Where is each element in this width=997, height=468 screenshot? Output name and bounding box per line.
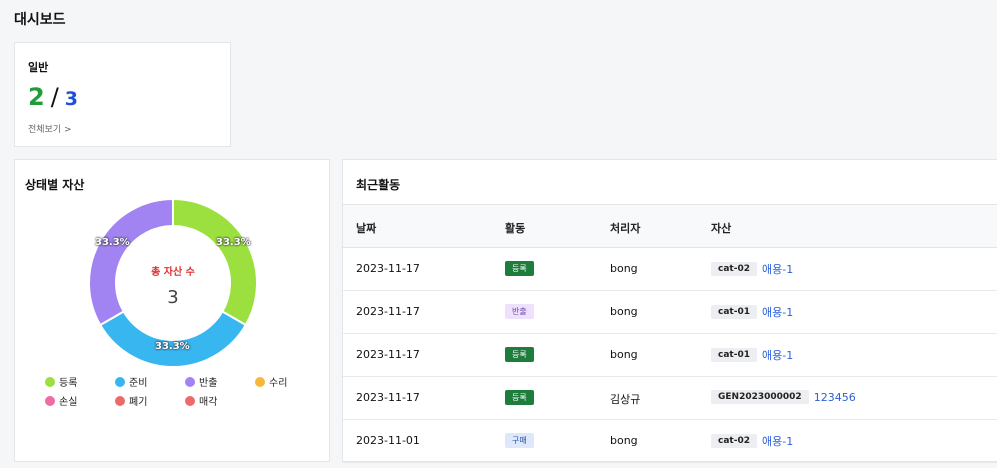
activity-row[interactable]: 2023-11-17 반출 bong cat-01 애용-1 (343, 291, 997, 334)
donut-center-label: 총 자산 수 (151, 267, 195, 278)
donut-segment-ready[interactable] (98, 310, 248, 368)
legend-item-sold[interactable]: 매각 (185, 393, 217, 408)
legend-label: 준비 (129, 378, 148, 389)
activity-row[interactable]: 2023-11-17 등록 김상규 GEN2023000002 123456 (343, 377, 997, 420)
total-asset-count: 3 (64, 88, 79, 110)
legend-item-repair[interactable]: 수리 (255, 374, 287, 389)
segment-percent-checkout: 33.3% (95, 237, 130, 248)
activity-badge: 등록 (505, 261, 534, 276)
legend-item-lost[interactable]: 손실 (45, 393, 77, 408)
legend-dot (115, 395, 125, 406)
legend-label: 폐기 (129, 397, 148, 408)
legend-label: 반출 (199, 378, 218, 389)
legend-item-register[interactable]: 등록 (45, 374, 77, 389)
status-card-title: 상태별 자산 (25, 178, 85, 192)
legend-dot (45, 376, 55, 387)
legend-dot (185, 395, 195, 406)
asset-name-link[interactable]: 애용-1 (762, 304, 793, 320)
activity-row[interactable]: 2023-11-01 구매 bong cat-02 애용-1 (343, 420, 997, 463)
column-header-asset: 자산 (711, 222, 732, 235)
activity-badge: 등록 (505, 347, 534, 362)
activity-date: 2023-11-17 (356, 391, 420, 404)
status-assets-card: 상태별 자산 총 자산 수 3 33.3% 33.3% 33.3% 등록 준비 … (14, 159, 330, 462)
asset-name-link[interactable]: 애용-1 (762, 347, 793, 363)
legend-label: 매각 (199, 397, 218, 408)
legend-label: 수리 (269, 378, 288, 389)
column-header-user: 처리자 (610, 222, 641, 235)
activity-row[interactable]: 2023-11-17 등록 bong cat-01 애용-1 (343, 334, 997, 377)
activity-date: 2023-11-01 (356, 434, 420, 447)
activity-badge: 구매 (505, 433, 534, 448)
legend-dot (45, 395, 55, 406)
general-card: 일반 2/3 전체보기 > (14, 42, 231, 147)
asset-name-link[interactable]: 애용-1 (762, 433, 793, 449)
legend-dot (115, 376, 125, 387)
count-separator: / (50, 83, 59, 111)
active-asset-count: 2 (28, 83, 45, 111)
asset-code-tag: cat-01 (711, 305, 757, 319)
asset-code-tag: cat-01 (711, 348, 757, 362)
legend-dot (255, 376, 265, 387)
legend-label: 등록 (59, 378, 78, 389)
asset-code-tag: cat-02 (711, 262, 757, 276)
legend-item-ready[interactable]: 준비 (115, 374, 147, 389)
segment-percent-ready: 33.3% (155, 341, 190, 352)
column-header-date: 날짜 (356, 222, 377, 235)
activity-asset: cat-01 애용-1 (711, 347, 793, 363)
activity-user: bong (610, 262, 638, 275)
activity-date: 2023-11-17 (356, 348, 420, 361)
legend-item-checkout[interactable]: 반출 (185, 374, 217, 389)
activity-asset: GEN2023000002 123456 (711, 390, 856, 404)
recent-activity-title: 최근활동 (356, 178, 401, 192)
segment-percent-register: 33.3% (216, 237, 251, 248)
activity-user: bong (610, 305, 638, 318)
activity-date: 2023-11-17 (356, 305, 420, 318)
legend-item-disposed[interactable]: 폐기 (115, 393, 147, 408)
view-all-link[interactable]: 전체보기 > (28, 122, 72, 135)
activity-asset: cat-02 애용-1 (711, 433, 793, 449)
recent-activity-card: 최근활동 날짜 활동 처리자 자산 2023-11-17 등록 bong cat… (342, 159, 997, 463)
donut-center-value: 3 (167, 287, 179, 308)
legend-dot (185, 376, 195, 387)
activity-asset: cat-01 애용-1 (711, 304, 793, 320)
asset-name-link[interactable]: 123456 (814, 391, 856, 404)
asset-code-tag: GEN2023000002 (711, 390, 809, 404)
page-title: 대시보드 (14, 12, 66, 28)
asset-name-link[interactable]: 애용-1 (762, 261, 793, 277)
column-header-action: 활동 (505, 222, 526, 235)
legend-label: 손실 (59, 397, 78, 408)
general-card-title: 일반 (28, 61, 49, 74)
activity-user: bong (610, 348, 638, 361)
asset-code-tag: cat-02 (711, 434, 757, 448)
activity-row[interactable]: 2023-11-17 등록 bong cat-02 애용-1 (343, 248, 997, 291)
activity-user: 김상규 (610, 393, 641, 406)
activity-date: 2023-11-17 (356, 262, 420, 275)
activity-badge: 반출 (505, 304, 534, 319)
activity-user: bong (610, 434, 638, 447)
asset-count: 2/3 (28, 83, 78, 113)
activity-table-header: 날짜 활동 처리자 자산 (343, 204, 997, 248)
activity-badge: 등록 (505, 390, 534, 405)
activity-asset: cat-02 애용-1 (711, 261, 793, 277)
